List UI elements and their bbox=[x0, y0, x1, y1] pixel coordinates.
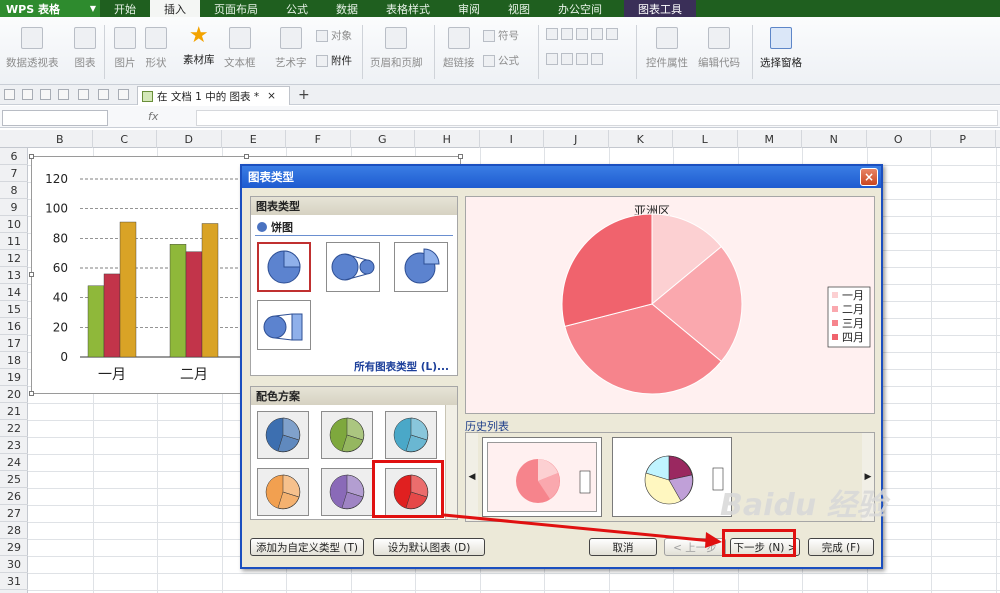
watermark: Baidu 经验 bbox=[720, 488, 887, 523]
